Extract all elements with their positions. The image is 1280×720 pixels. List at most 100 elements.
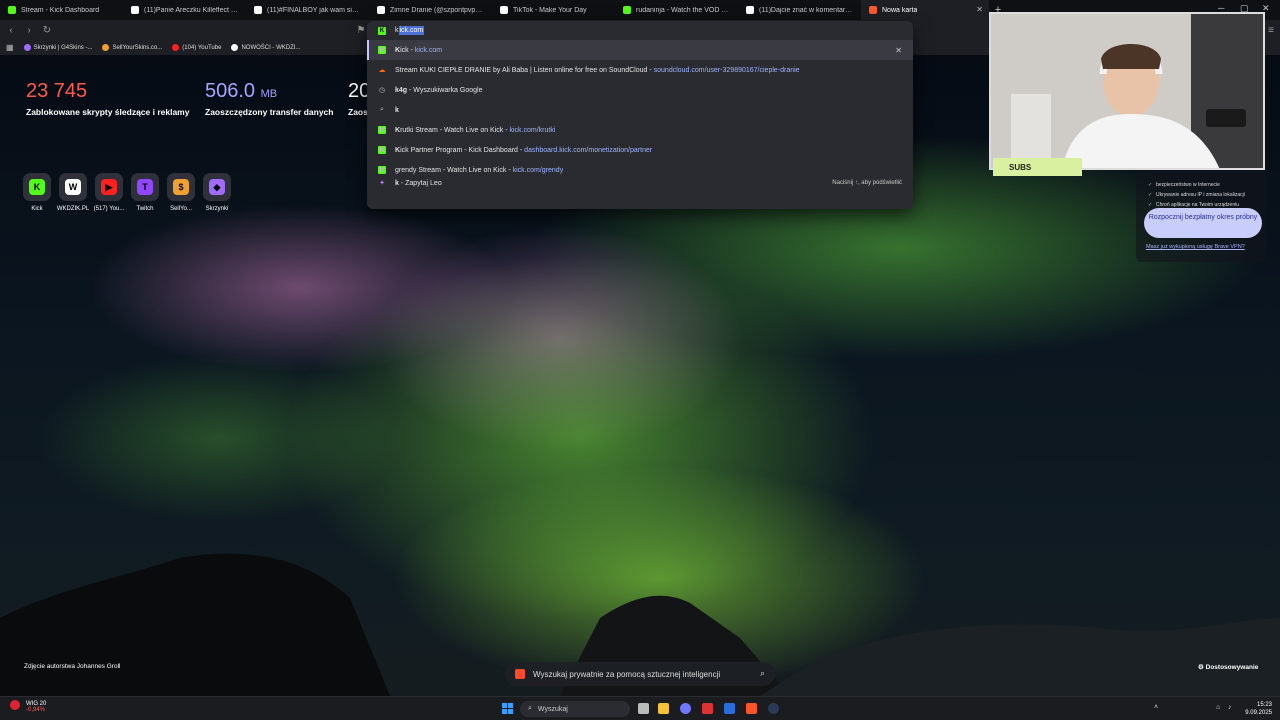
tab-label: Zimne Dranie (@szpontpvp) | TikTok: [390, 6, 484, 14]
address-bar[interactable]: K kick.com: [367, 21, 913, 40]
reload-icon[interactable]: ↻: [40, 23, 54, 37]
suggestion-title: ick Partner Program - Kick Dashboard -: [400, 146, 525, 154]
remove-suggestion-icon[interactable]: ✕: [895, 46, 902, 55]
tab-4[interactable]: TikTok - Make Your Day: [492, 0, 615, 20]
bookmark-0[interactable]: Skrzynki | G4Skins -...: [23, 44, 93, 51]
app-icon[interactable]: [702, 703, 713, 714]
site-logo-icon: W: [65, 179, 81, 195]
suggestion-url: soundcloud.com/user-329890167/cieple-dra…: [653, 66, 800, 74]
start-free-trial-button[interactable]: Rozpocznij bezpłatny okres próbny: [1144, 208, 1262, 238]
soundcloud-icon: ☁: [378, 67, 386, 74]
start-button[interactable]: [502, 703, 513, 714]
omnibox-dropdown: K kick.com K Kick - kick.com ✕ ☁ Stream KUKI…: [367, 21, 913, 209]
close-tab-icon[interactable]: ✕: [976, 5, 983, 14]
task-view-icon[interactable]: [638, 703, 649, 714]
suggestion-title: ick -: [400, 46, 415, 54]
taskbar-search[interactable]: ⌕ Wyszukaj: [520, 701, 630, 717]
bookmark-label: SellYourSkins.co...: [112, 44, 163, 51]
apps-grid-icon[interactable]: ▦: [6, 43, 14, 52]
suggestion-title: - Wyszukiwarka Google: [407, 86, 483, 94]
suggestion-5[interactable]: K Kick Partner Program - Kick Dashboard -…: [367, 140, 913, 160]
stat-number: 23 745: [26, 80, 88, 102]
tab-7[interactable]: Nowa karta ✕: [861, 0, 989, 20]
clock[interactable]: 15:23 9.09.2025: [1242, 701, 1272, 717]
tab-favicon-icon: [746, 6, 754, 14]
tab-favicon-icon: [869, 6, 877, 14]
tab-favicon-icon: [500, 6, 508, 14]
search-icon: ⌕: [528, 705, 532, 712]
stat-label-1: Zaoszczędzony transfer danych: [205, 107, 334, 117]
autocomplete-selection: ick.com: [398, 26, 425, 35]
chevron-up-icon[interactable]: ˄: [1154, 704, 1158, 711]
vpn-already-purchased-link[interactable]: Masz już wykupioną usługę Brave VPN?: [1146, 244, 1245, 250]
site-logo-icon: K: [29, 179, 45, 195]
bookmark-2[interactable]: (104) YouTube: [172, 44, 221, 51]
tab-favicon-icon: [623, 6, 631, 14]
steam-icon[interactable]: [768, 703, 779, 714]
clock-date: 9.09.2025: [1245, 710, 1272, 716]
file-explorer-icon[interactable]: [658, 703, 669, 714]
menu-icon[interactable]: ≡: [1264, 23, 1278, 37]
bookmark-3[interactable]: NOWOŚCI - WKDZI...: [231, 44, 300, 51]
bookmark-label: NOWOŚCI - WKDZI...: [241, 44, 301, 51]
minimize-icon[interactable]: ─: [1218, 3, 1224, 13]
site-logo-icon: $: [173, 179, 189, 195]
network-icon[interactable]: ⌂: [1216, 704, 1220, 711]
gear-icon: ⚙: [1198, 664, 1206, 671]
webcam-overlay: [989, 12, 1265, 170]
stat-label-0: Zablokowane skrypty śledzące i reklamy: [26, 107, 190, 117]
site-name: Skrzynki: [205, 206, 229, 212]
discord-icon[interactable]: [680, 703, 691, 714]
brave-icon[interactable]: [746, 703, 757, 714]
suggestion-text: Krutki Stream - Watch Live on Kick - kic…: [395, 127, 555, 134]
address-input[interactable]: kick.com: [395, 26, 425, 35]
tab-favicon-icon: [377, 6, 385, 14]
site-logo-icon: ◆: [209, 179, 225, 195]
tab-3[interactable]: Zimne Dranie (@szpontpvp) | TikTok: [369, 0, 492, 20]
site-logo-icon: T: [137, 179, 153, 195]
stock-ticker-widget[interactable]: WIG 20 -0,94%: [10, 700, 46, 713]
suggestion-4[interactable]: K Krutki Stream - Watch Live on Kick - ki…: [367, 120, 913, 140]
suggestion-2[interactable]: ◷ k4g - Wyszukiwarka Google: [367, 80, 913, 100]
close-window-icon[interactable]: ✕: [1262, 3, 1270, 14]
suggestion-0[interactable]: K Kick - kick.com ✕: [367, 40, 913, 60]
tab-5[interactable]: rudaninja - Watch the VOD on Kick: [615, 0, 738, 20]
bookmark-icon[interactable]: ⚑: [354, 23, 368, 37]
bookmark-label: (104) YouTube: [182, 44, 222, 51]
volume-icon[interactable]: ♪: [1228, 704, 1232, 711]
stat-unit: MB: [260, 88, 278, 100]
suggestion-1[interactable]: ☁ Stream KUKI CIEPŁE DRANIE by Ali Baba |…: [367, 60, 913, 80]
bookmark-favicon-icon: [231, 44, 239, 51]
back-icon[interactable]: ‹: [4, 23, 18, 37]
bookmark-label: Skrzynki | G4Skins -...: [33, 44, 93, 51]
top-site-5[interactable]: ◆ Skrzynki: [202, 173, 232, 212]
suggestion-text: Kick - kick.com: [395, 47, 442, 54]
tab-6[interactable]: (11)Dajcie znać w komentarzu kto de: [738, 0, 861, 20]
customize-button[interactable]: ⚙ Dostosowywanie: [1198, 663, 1258, 671]
tab-label: rudaninja - Watch the VOD on Kick: [636, 6, 730, 14]
suggestion-url: dashboard.kick.com/monetization/partner: [524, 146, 653, 154]
keyboard-hint: Naciśnij ↑, aby podświetlić: [832, 180, 902, 186]
tab-2[interactable]: (11)#FINALBOY jak wam się podoba: [246, 0, 369, 20]
kick-icon: K: [378, 126, 386, 134]
stat-label-2: Zaos: [348, 107, 368, 117]
suggestion-url: kick.com/krutki: [509, 126, 556, 134]
forward-icon[interactable]: ›: [22, 23, 36, 37]
stat-value-1: 506.0 MB: [205, 80, 277, 103]
tab-label: (11)Panie Areczku Killeffect jest dla z: [144, 6, 238, 14]
suggestion-3[interactable]: ⌕ k: [367, 100, 913, 120]
bookmark-1[interactable]: SellYourSkins.co...: [102, 44, 162, 51]
taskbar-search-label: Wyszukaj: [537, 705, 568, 713]
stat-value-0: 23 745: [26, 80, 87, 103]
suggestion-title: - Zapytaj Leo: [398, 179, 442, 187]
suggestion-text: Kick Partner Program - Kick Dashboard - …: [395, 147, 652, 154]
app-icon-2[interactable]: [724, 703, 735, 714]
suggestion-7[interactable]: ✦ k - Zapytaj Leo Naciśnij ↑, aby podświet…: [367, 173, 913, 193]
maximize-icon[interactable]: ▢: [1240, 3, 1249, 14]
tab-0[interactable]: Stream - Kick Dashboard: [0, 0, 123, 20]
tab-1[interactable]: (11)Panie Areczku Killeffect jest dla z: [123, 0, 246, 20]
site-tile: K: [23, 173, 51, 201]
leo-ai-search-bar[interactable]: Wyszukaj prywatnie za pomocą sztucznej i…: [505, 662, 775, 686]
widget-badge-icon: [10, 700, 20, 710]
bookmark-favicon-icon: [172, 44, 180, 51]
